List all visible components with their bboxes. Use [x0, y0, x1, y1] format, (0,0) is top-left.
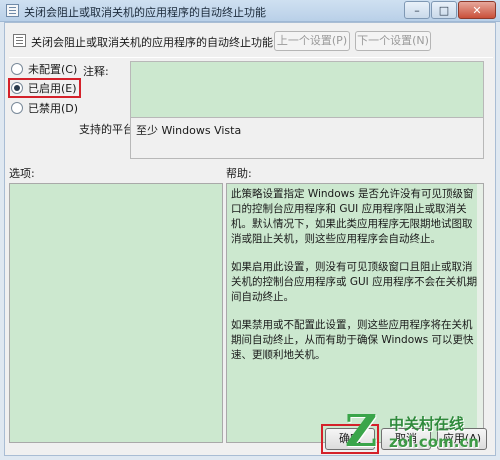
watermark-url: zol.com.cn — [389, 433, 479, 451]
platform-field: 至少 Windows Vista — [130, 117, 484, 159]
setting-title: 关闭会阻止或取消关机的应用程序的自动终止功能 — [31, 36, 273, 49]
close-button[interactable]: ✕ — [458, 1, 496, 19]
window-controls: – □ ✕ — [403, 1, 496, 19]
radio-label: 已禁用(D) — [28, 102, 79, 115]
maximize-button[interactable]: □ — [431, 1, 457, 19]
help-panel: 此策略设置指定 Windows 是否允许没有可见顶级窗口的控制台应用程序和 GU… — [226, 183, 484, 443]
options-panel — [9, 183, 223, 443]
window-title: 关闭会阻止或取消关机的应用程序的自动终止功能 — [24, 6, 266, 19]
notes-label: 注释: — [83, 65, 109, 78]
zol-logo-icon: Z — [345, 406, 378, 457]
radio-circle-icon[interactable] — [11, 102, 23, 114]
watermark-brand: 中关村在线 — [389, 415, 465, 433]
radio-not-configured[interactable]: 未配置(C) — [11, 61, 77, 77]
help-paragraph: 如果禁用或不配置此设置，则这些应用程序将在关机期间自动终止，从而有助于确保 Wi… — [231, 319, 474, 361]
minimize-button[interactable]: – — [404, 1, 430, 19]
platform-value: 至少 Windows Vista — [136, 124, 242, 137]
radio-disabled[interactable]: 已禁用(D) — [11, 100, 78, 116]
radio-label: 未配置(C) — [28, 63, 78, 76]
radio-circle-icon[interactable] — [11, 63, 23, 75]
help-paragraph: 此策略设置指定 Windows 是否允许没有可见顶级窗口的控制台应用程序和 GU… — [231, 188, 474, 245]
zol-watermark: Z 中关村在线 zol.com.cn — [345, 407, 495, 460]
policy-icon — [6, 4, 19, 17]
help-paragraph: 如果启用此设置，则没有可见顶级窗口且阻止或取消关机的控制台应用程序或 GUI 应… — [231, 261, 478, 303]
options-label: 选项: — [9, 167, 35, 180]
help-label: 帮助: — [226, 167, 252, 180]
header-divider — [9, 57, 493, 58]
next-setting-button[interactable]: 下一个设置(N) — [355, 31, 431, 51]
dialog-client: 关闭会阻止或取消关机的应用程序的自动终止功能 上一个设置(P) 下一个设置(N)… — [4, 22, 496, 457]
help-scrollbar[interactable] — [477, 184, 483, 442]
setting-icon — [13, 34, 26, 47]
previous-setting-button[interactable]: 上一个设置(P) — [274, 31, 350, 51]
platform-label: 支持的平台: — [79, 123, 138, 136]
enabled-highlight — [8, 78, 81, 98]
title-bar: 关闭会阻止或取消关机的应用程序的自动终止功能 – □ ✕ — [0, 0, 500, 22]
setting-header: 关闭会阻止或取消关机的应用程序的自动终止功能 上一个设置(P) 下一个设置(N) — [9, 29, 493, 53]
